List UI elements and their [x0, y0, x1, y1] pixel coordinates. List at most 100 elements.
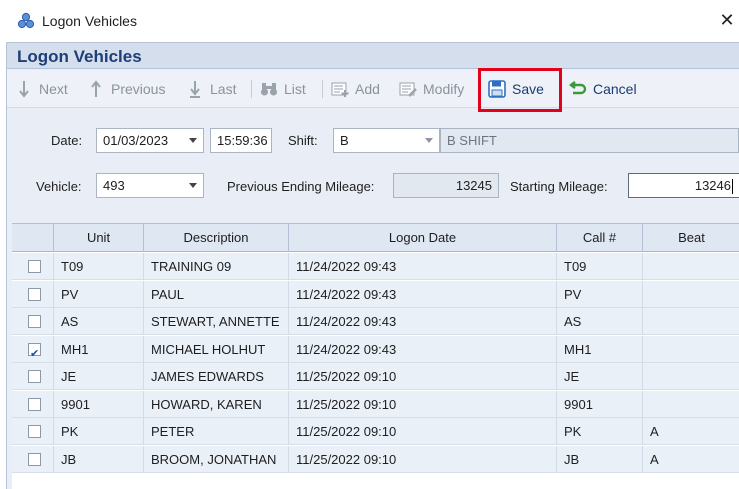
description-cell: BROOM, JONATHAN [144, 445, 289, 473]
beat-cell [643, 391, 739, 418]
table-row[interactable]: PV PAUL 11/24/2022 09:43 PV [12, 280, 739, 308]
table-row[interactable]: MH1MICHAEL HOLHUT11/24/2022 09:43MH1 [12, 335, 739, 363]
row-checkbox[interactable] [28, 260, 41, 273]
row-checkbox[interactable] [28, 452, 41, 466]
column-header-call[interactable]: Call # [557, 224, 643, 252]
column-header-logon-date[interactable]: Logon Date [289, 224, 557, 252]
select-cell [12, 280, 54, 308]
logon-date-cell: 11/25/2022 09:10 [289, 445, 557, 473]
chevron-down-icon[interactable] [419, 129, 439, 152]
beat-cell [643, 363, 739, 390]
call-cell: MH1 [557, 335, 643, 363]
table-row[interactable]: JE JAMES EDWARDS 11/25/2022 09:10 JE [12, 363, 739, 390]
description-cell: PETER [144, 418, 289, 445]
chevron-down-icon[interactable] [183, 174, 203, 197]
cancel-label: Cancel [593, 81, 637, 97]
unit-cell: JE [54, 363, 144, 390]
table-row[interactable]: JB BROOM, JONATHAN 11/25/2022 09:10 JB A [12, 445, 739, 473]
toolbar-divider [322, 80, 323, 98]
starting-mileage-input[interactable]: 13246 [628, 173, 739, 198]
starting-mileage-value: 13246 [694, 178, 731, 193]
unit-cell: T09 [54, 253, 144, 280]
unit-cell: AS [54, 308, 144, 335]
beat-cell: A [650, 451, 659, 467]
beat-cell [643, 253, 739, 280]
panel-header: Logon Vehicles [7, 43, 739, 69]
previous-ending-mileage-value: 13245 [455, 178, 492, 193]
select-cell [12, 253, 54, 280]
table-row[interactable]: PK PETER 11/25/2022 09:10 PK A [12, 418, 739, 445]
next-button[interactable]: Next [15, 78, 68, 100]
shift-dropdown[interactable]: B [333, 128, 440, 153]
cancel-button[interactable]: Cancel [569, 78, 637, 100]
call-cell: PV [557, 280, 643, 308]
text-cursor [732, 179, 733, 195]
description-cell: PAUL [144, 280, 289, 308]
window-titlebar: Logon Vehicles ✕ [0, 0, 739, 42]
date-picker[interactable]: 01/03/2023 [96, 128, 204, 153]
shift-value: B [340, 133, 349, 148]
unit-cell: 9901 [54, 390, 144, 418]
time-field[interactable]: 15:59:36 [210, 128, 272, 153]
window-title: Logon Vehicles [42, 13, 137, 29]
column-header-description[interactable]: Description [144, 224, 289, 252]
call-cell: JB [557, 445, 643, 473]
select-cell [12, 335, 54, 363]
undo-icon [569, 80, 587, 98]
modify-label: Modify [423, 81, 465, 97]
row-checkbox[interactable] [28, 341, 41, 363]
previous-button[interactable]: Previous [87, 78, 165, 100]
date-value: 01/03/2023 [103, 133, 169, 148]
toolbar-divider [251, 80, 252, 98]
shift-description: B SHIFT [447, 133, 497, 148]
toolbar: Next Previous Last List Add Modify Save … [7, 70, 739, 108]
add-record-icon [331, 80, 349, 98]
row-checkbox[interactable] [28, 287, 41, 301]
close-icon[interactable]: ✕ [716, 9, 738, 31]
add-button[interactable]: Add [331, 78, 380, 100]
select-column-header [12, 224, 54, 252]
shift-description-field: B SHIFT [440, 128, 739, 153]
select-cell [12, 363, 54, 390]
logon-date-cell: 11/24/2022 09:43 [289, 308, 557, 335]
time-value: 15:59:36 [217, 133, 268, 148]
logon-vehicles-panel: Logon Vehicles Next Previous Last List A… [6, 42, 739, 489]
arrow-up-icon [87, 80, 105, 98]
edit-record-icon [399, 80, 417, 98]
starting-mileage-label: Starting Mileage: [510, 179, 608, 194]
column-header-beat[interactable]: Beat [643, 224, 739, 252]
vehicle-label: Vehicle: [36, 179, 82, 194]
logon-date-cell: 11/25/2022 09:10 [289, 363, 557, 390]
call-cell: PK [557, 418, 643, 445]
logon-date-cell: 11/24/2022 09:43 [289, 253, 557, 280]
row-checkbox[interactable] [28, 397, 41, 411]
vehicle-dropdown[interactable]: 493 [96, 173, 204, 198]
logon-date-cell: 11/25/2022 09:10 [289, 390, 557, 418]
row-checkbox[interactable] [28, 315, 41, 328]
description-cell: TRAINING 09 [144, 253, 289, 280]
call-cell: AS [557, 308, 643, 335]
table-row[interactable]: 9901 HOWARD, KAREN 11/25/2022 09:10 9901 [12, 390, 739, 418]
previous-ending-mileage-field: 13245 [393, 173, 499, 198]
select-cell [12, 390, 54, 418]
beat-cell [643, 281, 739, 308]
row-checkbox[interactable] [28, 425, 41, 438]
call-cell: T09 [557, 253, 643, 280]
table-row[interactable]: T09 TRAINING 09 11/24/2022 09:43 T09 [12, 253, 739, 280]
save-highlight-box [478, 68, 562, 112]
modify-button[interactable]: Modify [399, 78, 464, 100]
list-button[interactable]: List [260, 78, 306, 100]
last-button[interactable]: Last [186, 78, 236, 100]
description-cell: JAMES EDWARDS [144, 363, 289, 390]
row-checkbox[interactable] [28, 370, 41, 383]
chevron-down-icon[interactable] [183, 129, 203, 152]
previous-ending-mileage-label: Previous Ending Mileage: [227, 179, 375, 194]
description-cell: MICHAEL HOLHUT [144, 335, 289, 363]
call-cell: JE [557, 363, 643, 390]
column-header-unit[interactable]: Unit [54, 224, 144, 252]
app-logo-icon [17, 12, 35, 30]
logon-date-cell: 11/25/2022 09:10 [289, 418, 557, 445]
table-row[interactable]: AS STEWART, ANNETTE 11/24/2022 09:43 AS [12, 308, 739, 335]
list-label: List [284, 81, 306, 97]
previous-label: Previous [111, 81, 166, 97]
